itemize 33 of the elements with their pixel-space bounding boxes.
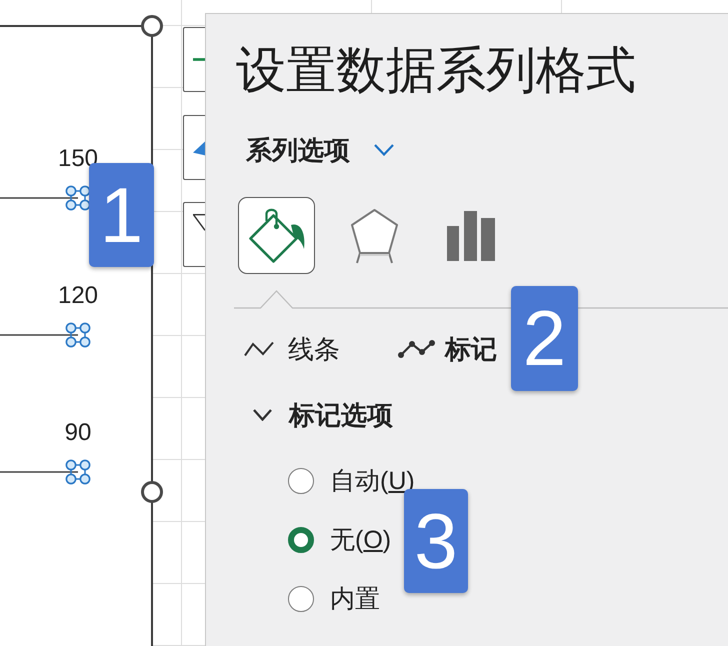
radio-label[interactable]: 无(O) [330, 524, 392, 556]
dash-icon [193, 58, 205, 61]
resize-handle[interactable] [141, 481, 163, 503]
marker-line-icon [398, 340, 435, 358]
marker-icon [66, 322, 90, 348]
resize-handle[interactable] [141, 15, 163, 37]
marker-icon [66, 186, 90, 210]
radio-button[interactable] [288, 586, 314, 612]
marker-icon [66, 460, 90, 484]
side-button[interactable] [183, 202, 205, 267]
side-button[interactable] [183, 27, 205, 92]
section-header[interactable]: 标记选项 [253, 399, 393, 431]
series-options-dropdown[interactable]: 系列选项 [246, 134, 394, 166]
data-label: 90 [64, 419, 92, 446]
radio-label[interactable]: 内置 [330, 583, 380, 615]
side-button[interactable] [183, 115, 205, 180]
panel-title: 设置数据系列格式 [236, 44, 636, 96]
chevron-down-icon [374, 144, 394, 156]
pentagon-icon [350, 208, 398, 264]
callout-badge: 3 [404, 489, 468, 593]
callout-badge: 1 [89, 163, 154, 267]
paint-bucket-icon [248, 208, 306, 264]
radio-button[interactable] [288, 527, 314, 553]
icon-tab[interactable] [238, 197, 315, 274]
funnel-icon [193, 213, 205, 232]
triangle-icon [193, 140, 205, 156]
zigzag-line-icon [244, 341, 274, 357]
callout-badge: 2 [511, 286, 578, 391]
data-label: 120 [58, 282, 98, 309]
subtab[interactable]: 线条 [244, 333, 340, 365]
radio-button[interactable] [288, 468, 314, 494]
subtab[interactable]: 标记 [398, 333, 497, 365]
bar-chart-icon [446, 210, 494, 260]
